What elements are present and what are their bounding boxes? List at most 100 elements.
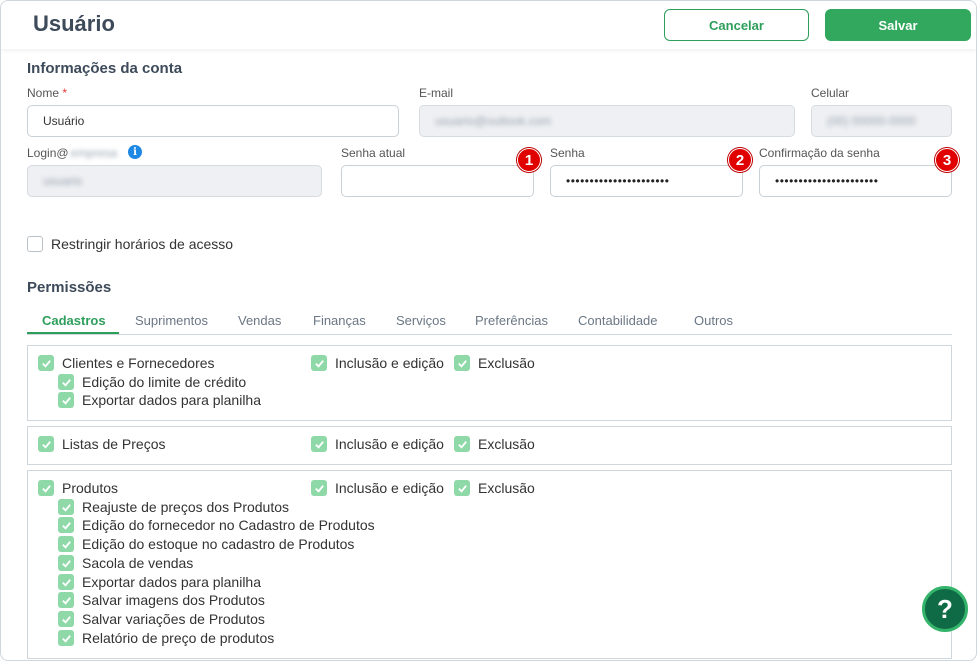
checkbox-checked[interactable] — [58, 555, 74, 571]
save-button[interactable]: Salvar — [825, 9, 971, 41]
email-value: usuario@outlook.com — [435, 114, 552, 128]
permission-edit-stock[interactable]: Edição do estoque no cadastro de Produto… — [58, 536, 354, 552]
restrict-access-checkbox[interactable]: Restringir horários de acesso — [27, 236, 233, 252]
checkbox-checked[interactable] — [38, 436, 54, 452]
header-bar: Usuário Cancelar Salvar — [1, 1, 976, 49]
permission-label: Produtos — [62, 480, 119, 496]
checkbox-checked[interactable] — [58, 499, 74, 515]
tab-preferencias[interactable]: Preferências — [475, 313, 548, 328]
permission-sales-bag[interactable]: Sacola de vendas — [58, 555, 193, 571]
permission-label: Inclusão e edição — [335, 355, 444, 371]
confirm-password-label: Confirmação da senha — [759, 146, 880, 160]
password-value: •••••••••••••••••••••• — [566, 174, 670, 188]
login-domain: empresa — [70, 146, 118, 160]
tab-cadastros[interactable]: Cadastros — [42, 313, 106, 328]
email-label: E-mail — [419, 86, 454, 100]
checkbox-checked[interactable] — [58, 392, 74, 408]
login-label: Login@ empresa — [27, 146, 117, 160]
checkbox-checked[interactable] — [58, 630, 74, 646]
permission-label: Reajuste de preços dos Produtos — [82, 499, 290, 515]
login-value: usuario — [43, 174, 83, 188]
tab-financas[interactable]: Finanças — [313, 313, 366, 328]
checkbox-checked[interactable] — [58, 374, 74, 390]
permission-label: Inclusão e edição — [335, 436, 444, 452]
login-label-text: Login@ — [27, 146, 69, 160]
checkbox-checked[interactable] — [38, 480, 54, 496]
marker-badge-3: 3 — [935, 148, 959, 172]
permission-label: Exportar dados para planilha — [82, 574, 262, 590]
phone-field: (00) 00000-0000 — [811, 105, 952, 137]
permission-label: Listas de Preços — [62, 436, 166, 452]
permission-label: Exportar dados para planilha — [82, 392, 262, 408]
active-tab-indicator — [27, 332, 119, 334]
permission-clientes-include-edit[interactable]: Inclusão e edição — [311, 355, 444, 371]
permission-listas-delete[interactable]: Exclusão — [454, 436, 535, 452]
permission-label: Inclusão e edição — [335, 480, 444, 496]
checkbox-checked[interactable] — [311, 436, 327, 452]
permission-label: Salvar variações de Produtos — [82, 611, 265, 627]
permission-label: Sacola de vendas — [82, 555, 194, 571]
email-field: usuario@outlook.com — [419, 105, 795, 137]
marker-badge-2: 2 — [728, 148, 752, 172]
help-button[interactable]: ? — [922, 586, 968, 632]
restrict-access-label: Restringir horários de acesso — [51, 236, 234, 252]
required-marker: * — [62, 86, 68, 100]
user-form-window: Usuário Cancelar Salvar Informações da c… — [0, 0, 977, 661]
permission-price-adjust[interactable]: Reajuste de preços dos Produtos — [58, 499, 289, 515]
question-icon: ? — [937, 593, 953, 624]
tab-servicos[interactable]: Serviços — [396, 313, 446, 328]
permission-produtos[interactable]: Produtos — [38, 480, 118, 496]
checkbox-checked[interactable] — [58, 517, 74, 533]
tab-outros[interactable]: Outros — [694, 313, 733, 328]
tab-suprimentos[interactable]: Suprimentos — [135, 313, 208, 328]
checkbox-checked[interactable] — [454, 436, 470, 452]
permission-produtos-delete[interactable]: Exclusão — [454, 480, 535, 496]
checkbox-checked[interactable] — [58, 536, 74, 552]
checkbox-checked[interactable] — [454, 355, 470, 371]
permission-credit-limit[interactable]: Edição do limite de crédito — [58, 374, 246, 390]
checkbox-checked[interactable] — [311, 480, 327, 496]
permission-label: Exclusão — [478, 355, 535, 371]
permission-listas[interactable]: Listas de Preços — [38, 436, 166, 452]
permission-label: Edição do fornecedor no Cadastro de Prod… — [82, 517, 375, 533]
page-title: Usuário — [33, 11, 115, 36]
checkbox-checked[interactable] — [38, 355, 54, 371]
checkbox-checked[interactable] — [58, 592, 74, 608]
cancel-button[interactable]: Cancelar — [664, 9, 809, 41]
password-input[interactable]: •••••••••••••••••••••• — [550, 165, 743, 197]
permission-export-products[interactable]: Exportar dados para planilha — [58, 574, 261, 590]
login-field: usuario — [27, 165, 322, 197]
confirm-password-value: •••••••••••••••••••••• — [775, 174, 879, 188]
checkbox-checked[interactable] — [58, 574, 74, 590]
permission-save-variations[interactable]: Salvar variações de Produtos — [58, 611, 265, 627]
permission-clientes-delete[interactable]: Exclusão — [454, 355, 535, 371]
current-password-label: Senha atual — [341, 146, 406, 160]
checkbox-empty[interactable] — [27, 236, 43, 252]
name-label-text: Nome — [27, 86, 60, 100]
tab-contabilidade[interactable]: Contabilidade — [578, 313, 658, 328]
permission-export-clients[interactable]: Exportar dados para planilha — [58, 392, 261, 408]
permissions-section-title: Permissões — [27, 279, 112, 296]
checkbox-checked[interactable] — [311, 355, 327, 371]
checkbox-checked[interactable] — [58, 611, 74, 627]
permission-label: Exclusão — [478, 436, 535, 452]
marker-badge-1: 1 — [517, 148, 541, 172]
permission-label: Edição do estoque no cadastro de Produto… — [82, 536, 355, 552]
account-section-title: Informações da conta — [27, 60, 183, 77]
permission-edit-supplier[interactable]: Edição do fornecedor no Cadastro de Prod… — [58, 517, 375, 533]
permission-save-images[interactable]: Salvar imagens dos Produtos — [58, 592, 265, 608]
phone-value: (00) 00000-0000 — [827, 114, 916, 128]
tab-vendas[interactable]: Vendas — [238, 313, 281, 328]
confirm-password-input[interactable]: •••••••••••••••••••••• — [759, 165, 952, 197]
checkbox-checked[interactable] — [454, 480, 470, 496]
name-label: Nome * — [27, 86, 67, 100]
current-password-input[interactable] — [341, 165, 534, 197]
name-input[interactable]: Usuário — [27, 105, 399, 137]
permission-label: Clientes e Fornecedores — [62, 355, 215, 371]
info-icon[interactable]: i — [128, 145, 142, 159]
permission-label: Relatório de preço de produtos — [82, 630, 275, 646]
permission-clientes[interactable]: Clientes e Fornecedores — [38, 355, 215, 371]
permission-listas-include-edit[interactable]: Inclusão e edição — [311, 436, 444, 452]
permission-produtos-include-edit[interactable]: Inclusão e edição — [311, 480, 444, 496]
permission-price-report[interactable]: Relatório de preço de produtos — [58, 630, 274, 646]
